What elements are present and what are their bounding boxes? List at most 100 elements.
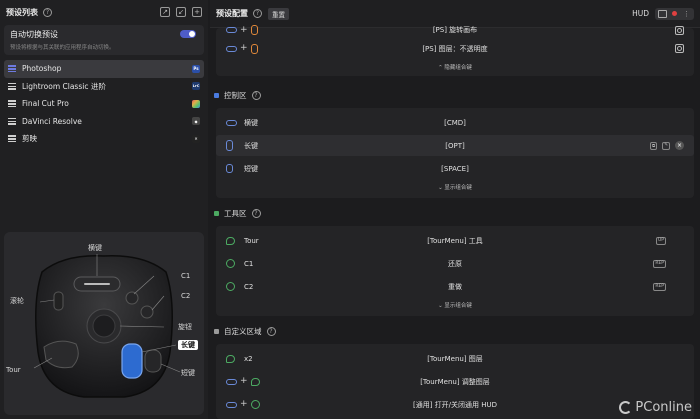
reset-button[interactable]: 重置 [268, 7, 289, 20]
preset-list-header: 预设列表 ? ↗ ↙ + [0, 0, 208, 24]
jianying-badge-icon: ✕ [192, 134, 200, 143]
key-value: [CMD] [444, 118, 466, 127]
control-row-short[interactable]: 短键 [SPACE] [216, 158, 694, 179]
record-dot-icon[interactable] [672, 11, 677, 16]
help-icon[interactable]: ? [251, 91, 261, 100]
custom-row[interactable]: + [TourMenu] 调整图层 [216, 371, 694, 392]
show-combo-toggle[interactable]: ⌄ 显示组合键 [216, 301, 694, 315]
scroll-wheel[interactable] [53, 291, 64, 311]
tool-card: Tour [TourMenu] 工具 UP C1 还原 REP C2 重做 RE… [216, 226, 694, 316]
short-key[interactable] [144, 349, 162, 373]
c1-icon [226, 259, 235, 268]
short-key-icon [226, 164, 233, 173]
custom-row[interactable]: x2 [TourMenu] 图层 [216, 348, 694, 369]
action-icon[interactable] [675, 25, 684, 35]
device-diagram: 横键 C1 C2 滚轮 旋钮 长键 Tour 短键 [4, 232, 204, 415]
key-value: [TourMenu] 图层 [427, 354, 483, 363]
control-card: 横键 [CMD] 长键 [OPT] ⧉ ✎ × 短键 [SPACE] ⌄ 显示组… [216, 108, 694, 198]
c1-button[interactable] [125, 291, 139, 305]
drag-handle-icon[interactable] [8, 135, 16, 143]
c1-icon [250, 400, 260, 409]
horizontal-key-grip [84, 283, 110, 285]
control-row-horizontal[interactable]: 横键 [CMD] [216, 112, 694, 133]
control-row-long[interactable]: 长键 [OPT] ⧉ ✎ × [216, 135, 694, 156]
key-value: [TourMenu] 工具 [427, 236, 483, 245]
tool-section-title: 工具区 [224, 209, 247, 218]
scroll-wheel-icon [250, 25, 258, 35]
drag-handle-icon[interactable] [8, 65, 16, 73]
horizontal-key-icon [226, 401, 237, 408]
c2-button[interactable] [140, 305, 154, 319]
key-value: [TourMenu] 调整图层 [420, 377, 490, 386]
combo-row[interactable]: + [PS] 图层：不透明度 [216, 38, 694, 59]
custom-section-title: 自定义区域 [224, 327, 262, 336]
label-scroll: 滚轮 [10, 297, 24, 305]
repeat-tag: REP [653, 259, 666, 268]
drag-handle-icon[interactable] [8, 100, 16, 108]
app-item-jianying[interactable]: 剪映 ✕ [4, 130, 204, 148]
key-value: [OPT] [445, 141, 465, 150]
custom-color-icon [214, 329, 219, 334]
export-icon[interactable]: ↗ [160, 7, 170, 17]
tour-icon [250, 377, 260, 386]
help-icon[interactable]: ? [43, 7, 52, 17]
control-color-icon [214, 93, 219, 98]
davinci-badge-icon: ◆ [192, 117, 200, 126]
label-tour: Tour [6, 366, 21, 374]
auto-switch-box: 自动切换预设 预设将根据与其关联的应用程序自动切换。 [4, 25, 204, 55]
show-combo-label: 显示组合键 [444, 303, 472, 309]
app-item-lightroom[interactable]: Lightroom Classic 进阶 LrC [4, 78, 204, 96]
action-icon[interactable] [675, 44, 684, 53]
app-item-photoshop[interactable]: Photoshop Ps [4, 60, 204, 78]
app-name: DaVinci Resolve [22, 116, 82, 126]
key-name: 长键 [244, 141, 258, 150]
help-icon[interactable]: ? [253, 9, 262, 18]
tool-row-c2[interactable]: C2 重做 REP [216, 276, 694, 297]
tool-row-c1[interactable]: C1 还原 REP [216, 253, 694, 274]
auto-switch-toggle[interactable] [180, 30, 196, 38]
preset-config-title: 预设配置 [216, 9, 248, 18]
hud-layout-icon[interactable] [658, 9, 667, 18]
show-combo-toggle[interactable]: ⌄ 显示组合键 [216, 183, 694, 197]
drag-handle-icon[interactable] [8, 82, 16, 90]
combo-icons: + [226, 43, 258, 54]
app-name: Final Cut Pro [22, 99, 69, 109]
long-key-icon [226, 140, 233, 151]
app-item-davinci-resolve[interactable]: DaVinci Resolve ◆ [4, 113, 204, 131]
more-menu-icon[interactable]: ⋮ [682, 10, 691, 17]
label-c1: C1 [181, 272, 191, 280]
hide-combo-toggle[interactable]: ⌃ 隐藏组合键 [216, 63, 694, 77]
label-c2: C2 [181, 292, 191, 300]
plus-icon: + [240, 24, 248, 35]
edit-icon[interactable]: ✎ [662, 141, 670, 150]
hud-label: HUD [632, 9, 649, 18]
app-item-final-cut-pro[interactable]: Final Cut Pro [4, 95, 204, 113]
add-preset-icon[interactable]: + [192, 7, 202, 17]
key-name: 横键 [244, 118, 258, 127]
combo-keys-card: + [PS] 旋转画布 + [PS] 图层：不透明度 ⌃ 隐藏组合键 [216, 25, 694, 77]
drag-handle-icon[interactable] [8, 117, 16, 125]
close-icon[interactable]: × [675, 141, 684, 150]
up-tag: UP [655, 236, 666, 245]
combo-row[interactable]: + [PS] 旋转画布 [216, 22, 694, 38]
auto-switch-desc: 预设将根据与其关联的应用程序自动切换。 [10, 45, 115, 51]
final-cut-pro-badge-icon [192, 99, 200, 108]
tool-row-tour[interactable]: Tour [TourMenu] 工具 UP [216, 230, 694, 251]
help-icon[interactable]: ? [266, 327, 276, 336]
label-long-key: 长键 [178, 340, 198, 350]
plus-icon: + [240, 376, 248, 386]
control-section-title: 控制区 [224, 91, 247, 100]
preset-list-title: 预设列表 [6, 7, 38, 17]
tour-icon [226, 236, 235, 245]
horizontal-key-icon [226, 45, 237, 52]
tour-icon [226, 354, 235, 363]
pconline-logo-icon [619, 401, 633, 414]
long-key[interactable] [121, 343, 143, 379]
import-icon[interactable]: ↙ [176, 7, 186, 17]
tool-color-icon [214, 211, 219, 216]
watermark-text: PConline [635, 400, 692, 415]
custom-section-header: 自定义区域 ? [214, 326, 276, 337]
copy-icon[interactable]: ⧉ [650, 141, 658, 150]
horizontal-key-icon [226, 27, 237, 33]
help-icon[interactable]: ? [251, 209, 261, 218]
